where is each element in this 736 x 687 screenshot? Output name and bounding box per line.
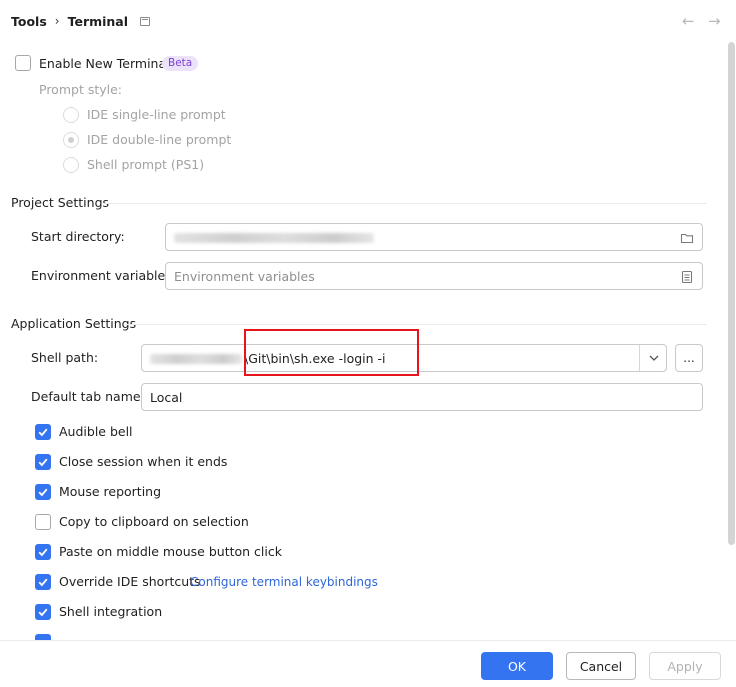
shell-integration-checkbox[interactable] <box>35 604 51 620</box>
copy-to-clipboard-checkbox[interactable] <box>35 514 51 530</box>
configure-keybindings-link[interactable]: Configure terminal keybindings <box>190 575 378 589</box>
project-settings-separator <box>103 203 707 204</box>
override-ide-shortcuts-checkbox[interactable] <box>35 574 51 590</box>
shell-path-label: Shell path: <box>31 350 99 365</box>
breadcrumb: Tools › Terminal <box>11 12 151 30</box>
radio-shell-prompt[interactable] <box>63 157 79 173</box>
cancel-button[interactable]: Cancel <box>566 652 636 680</box>
start-directory-input[interactable] <box>165 223 703 251</box>
breadcrumb-current: Terminal <box>67 13 129 29</box>
combobox-divider <box>639 345 640 371</box>
forward-arrow-icon[interactable]: → <box>708 12 721 30</box>
ok-button[interactable]: OK <box>481 652 553 680</box>
audible-bell-checkbox[interactable] <box>35 424 51 440</box>
radio-ide-double-line-label: IDE double-line prompt <box>87 132 232 147</box>
project-settings-title: Project Settings <box>11 195 110 210</box>
application-settings-separator <box>125 324 707 325</box>
radio-selected-dot <box>68 137 74 143</box>
highlight-annotation-box <box>244 329 419 376</box>
mouse-reporting-label: Mouse reporting <box>59 484 162 499</box>
radio-ide-double-line[interactable] <box>63 132 79 148</box>
browse-shell-path-button[interactable]: ... <box>675 344 703 372</box>
application-settings-title: Application Settings <box>11 316 137 331</box>
window-icon[interactable] <box>140 16 151 26</box>
beta-badge: Beta <box>162 56 199 71</box>
chevron-down-icon[interactable] <box>648 353 660 363</box>
checkmark-icon <box>38 578 48 587</box>
copy-to-clipboard-label: Copy to clipboard on selection <box>59 514 249 529</box>
checkmark-icon <box>38 548 48 557</box>
default-tab-name-value: Local <box>150 389 183 405</box>
breadcrumb-separator: › <box>54 14 60 28</box>
environment-variables-placeholder: Environment variables <box>174 268 315 284</box>
default-tab-name-label: Default tab name: <box>31 389 145 404</box>
radio-ide-single-line-label: IDE single-line prompt <box>87 107 226 122</box>
back-arrow-icon[interactable]: ← <box>682 12 695 30</box>
paste-middle-click-checkbox[interactable] <box>35 544 51 560</box>
redacted-shell-path-prefix <box>150 354 242 364</box>
audible-bell-label: Audible bell <box>59 424 133 439</box>
enable-new-terminal-label: Enable New Terminal <box>39 56 170 71</box>
override-ide-shortcuts-label: Override IDE shortcuts <box>59 574 201 589</box>
radio-shell-prompt-label: Shell prompt (PS1) <box>87 157 205 172</box>
checkmark-icon <box>38 428 48 437</box>
breadcrumb-parent[interactable]: Tools <box>11 14 47 29</box>
mouse-reporting-checkbox[interactable] <box>35 484 51 500</box>
enable-new-terminal-checkbox[interactable] <box>15 55 31 71</box>
default-tab-name-input[interactable]: Local <box>141 383 703 411</box>
vertical-scrollbar[interactable] <box>728 42 735 545</box>
environment-variables-label: Environment variables: <box>31 268 176 283</box>
list-edit-icon[interactable] <box>680 270 694 284</box>
checkmark-icon <box>38 458 48 467</box>
radio-ide-single-line[interactable] <box>63 107 79 123</box>
prompt-style-label: Prompt style: <box>39 82 123 97</box>
redacted-path <box>174 233 374 243</box>
close-session-label: Close session when it ends <box>59 454 228 469</box>
apply-button[interactable]: Apply <box>649 652 721 680</box>
paste-middle-click-label: Paste on middle mouse button click <box>59 544 282 559</box>
environment-variables-input[interactable]: Environment variables <box>165 262 703 290</box>
start-directory-label: Start directory: <box>31 229 125 244</box>
close-session-checkbox[interactable] <box>35 454 51 470</box>
shell-integration-label: Shell integration <box>59 604 163 619</box>
checkmark-icon <box>38 488 48 497</box>
folder-icon[interactable] <box>680 231 694 245</box>
checkmark-icon <box>38 608 48 617</box>
